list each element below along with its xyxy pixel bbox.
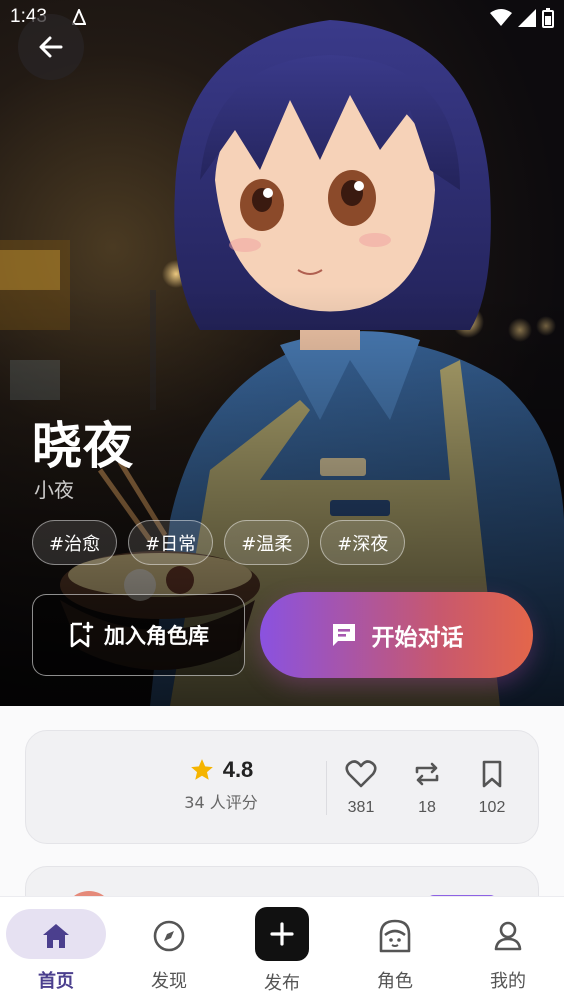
nav-label: 首页 — [38, 971, 74, 992]
nav-item-profile[interactable]: 我的 — [452, 897, 564, 1004]
nav-item-characters[interactable]: 角色 — [339, 897, 451, 1004]
nav-label: 我的 — [490, 971, 526, 992]
character-name: 晓夜 — [32, 417, 134, 475]
compass-icon — [153, 920, 185, 952]
status-icons — [490, 8, 554, 28]
profile-icon — [494, 921, 522, 951]
rating-summary[interactable]: 4.8 34 人评分 — [146, 757, 296, 813]
plus-icon — [270, 922, 294, 946]
chat-bubble-icon — [332, 624, 355, 646]
repost-stat[interactable]: 18 — [397, 759, 457, 817]
rating-value: 4.8 — [222, 757, 254, 782]
bookmark-count: 102 — [478, 799, 506, 816]
start-chat-label: 开始对话 — [371, 625, 464, 651]
tag-chip[interactable]: #治愈 — [32, 520, 118, 565]
stats-card: 4.8 34 人评分 381 18 102 — [25, 730, 539, 844]
tag-list: #治愈 #日常 #温柔 #深夜 — [32, 520, 406, 565]
back-button[interactable] — [18, 14, 84, 80]
repost-icon — [415, 762, 439, 786]
nav-item-publish[interactable]: 发布 — [226, 897, 338, 1004]
arrow-left-icon — [39, 36, 63, 58]
bookmark-icon — [482, 760, 502, 788]
tag-chip[interactable]: #深夜 — [320, 520, 406, 565]
repost-count: 18 — [418, 799, 436, 816]
character-hero: 1:43 晓夜 小夜 #治愈 #日常 #温柔 #深夜 加入角色库 开始对话 — [0, 0, 564, 706]
add-to-library-label: 加入角色库 — [104, 624, 209, 648]
status-bar: 1:43 — [0, 0, 564, 34]
nav-item-home[interactable]: 首页 — [0, 897, 112, 1004]
wifi-icon — [490, 9, 512, 26]
heart-icon — [345, 760, 377, 788]
bookmark-stat[interactable]: 102 — [462, 759, 522, 817]
nav-label: 发布 — [264, 973, 300, 994]
character-detail-screen: 1:43 晓夜 小夜 #治愈 #日常 #温柔 #深夜 加入角色库 开始对话 4.… — [0, 0, 564, 1004]
nav-label: 发现 — [151, 971, 187, 992]
nav-item-discover[interactable]: 发现 — [113, 897, 225, 1004]
signal-icon — [518, 9, 536, 27]
publish-button[interactable] — [255, 907, 309, 961]
character-nickname: 小夜 — [34, 478, 74, 502]
nav-label: 角色 — [377, 971, 413, 992]
battery-icon — [542, 8, 554, 28]
stats-divider — [326, 761, 327, 815]
home-icon — [43, 924, 69, 948]
like-stat[interactable]: 381 — [331, 759, 391, 817]
add-to-library-button[interactable]: 加入角色库 — [32, 594, 245, 676]
character-icon — [379, 919, 411, 953]
tag-chip[interactable]: #日常 — [128, 520, 214, 565]
like-count: 381 — [347, 799, 375, 816]
start-chat-button[interactable]: 开始对话 — [260, 592, 533, 678]
bottom-navigation: 首页 发现 发布 角色 我的 — [0, 896, 564, 1004]
bookmark-add-icon — [70, 621, 94, 648]
star-icon — [190, 759, 213, 780]
tag-chip[interactable]: #温柔 — [224, 520, 310, 565]
rating-count: 34 人评分 — [184, 793, 258, 812]
